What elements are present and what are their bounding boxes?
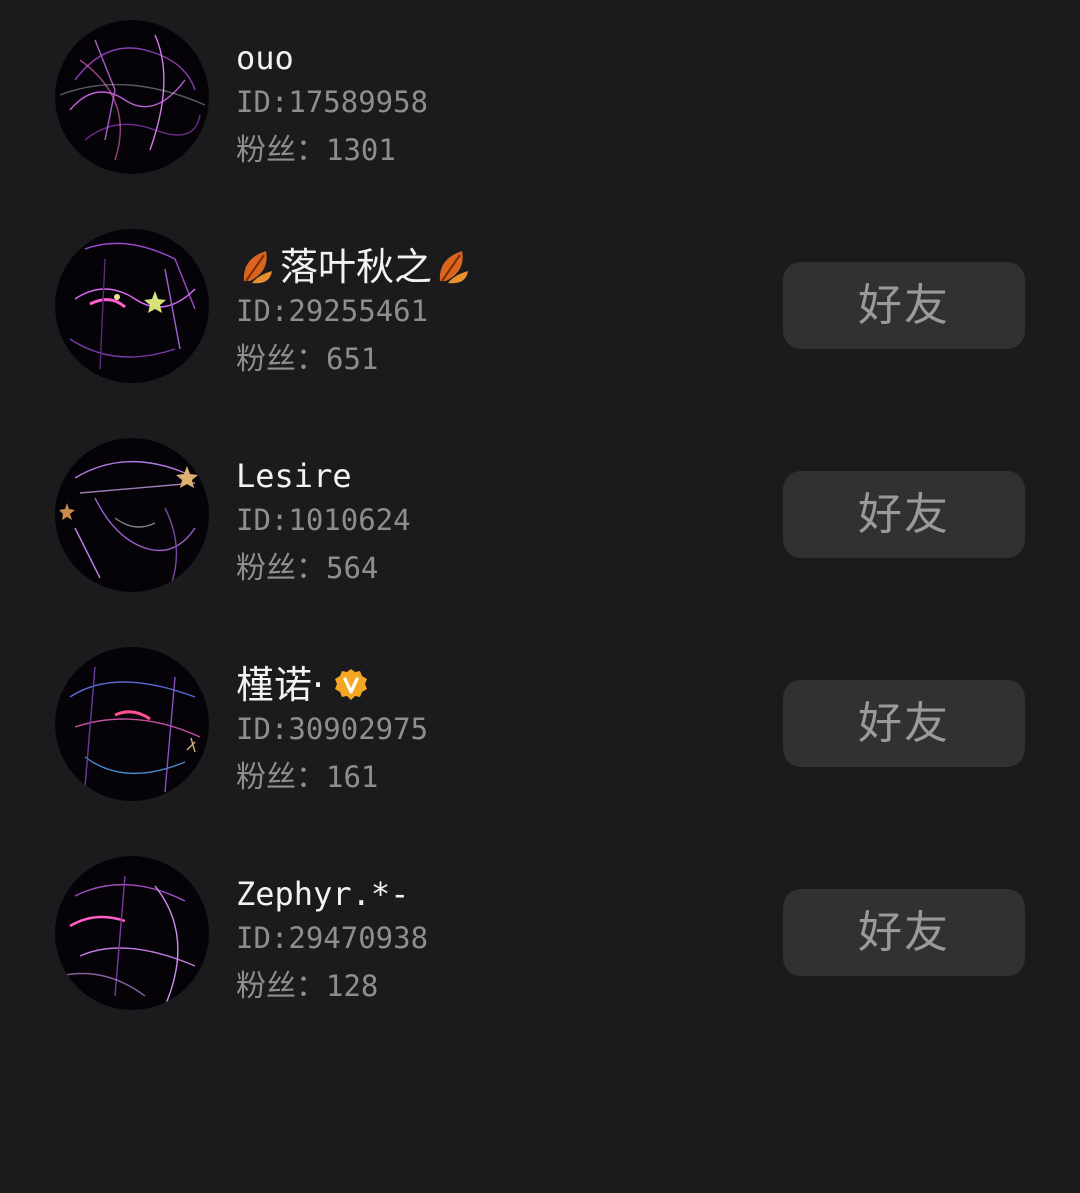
avatar[interactable] (55, 856, 209, 1010)
avatar[interactable] (55, 647, 209, 801)
user-list: ouo ID:17589958 粉丝：1301 落叶秋之 ID:29255461… (0, 0, 1080, 1193)
fans-count: 粉丝：128 (236, 964, 378, 1008)
username-line: 槿诺· (236, 661, 368, 709)
username: Lesire (236, 457, 352, 495)
username-line: 落叶秋之 (236, 243, 476, 291)
verified-v-badge-icon (334, 668, 368, 702)
avatar[interactable] (55, 20, 209, 174)
autumn-leaf-icon (432, 245, 476, 289)
username: Zephyr.*- (236, 875, 410, 913)
fans-value: 1301 (326, 133, 396, 167)
fans-count: 粉丝：1301 (236, 128, 396, 172)
friend-button[interactable]: 好友 (783, 680, 1025, 767)
username: 落叶秋之 (280, 245, 433, 289)
fans-label: 粉丝： (236, 969, 326, 1004)
friend-button[interactable]: 好友 (783, 889, 1025, 976)
fans-count: 粉丝：161 (236, 755, 378, 799)
username: 槿诺· (236, 663, 325, 707)
user-row[interactable]: 落叶秋之 ID:29255461 粉丝：651 好友 (0, 229, 1080, 429)
avatar[interactable] (55, 438, 209, 592)
fans-value: 651 (326, 342, 379, 376)
user-id: ID:1010624 (236, 503, 411, 537)
user-id: ID:30902975 (236, 712, 429, 746)
friend-button[interactable]: 好友 (783, 262, 1025, 349)
user-row[interactable]: Zephyr.*- ID:29470938 粉丝：128 好友 (0, 856, 1080, 1056)
user-id: ID:17589958 (236, 85, 429, 119)
fans-value: 161 (326, 760, 379, 794)
user-row[interactable]: Lesire ID:1010624 粉丝：564 好友 (0, 438, 1080, 638)
avatar[interactable] (55, 229, 209, 383)
username: ouo (236, 39, 294, 77)
fans-label: 粉丝： (236, 133, 326, 168)
fans-label: 粉丝： (236, 551, 326, 586)
fans-label: 粉丝： (236, 760, 326, 795)
fans-count: 粉丝：651 (236, 337, 378, 381)
friend-button[interactable]: 好友 (783, 471, 1025, 558)
fans-label: 粉丝： (236, 342, 326, 377)
user-row[interactable]: ouo ID:17589958 粉丝：1301 (0, 20, 1080, 220)
user-id: ID:29255461 (236, 294, 429, 328)
fans-count: 粉丝：564 (236, 546, 378, 590)
autumn-leaf-icon (236, 245, 280, 289)
user-row[interactable]: 槿诺· ID:30902975 粉丝：161 好友 (0, 647, 1080, 847)
user-id: ID:29470938 (236, 921, 429, 955)
fans-value: 128 (326, 969, 379, 1003)
fans-value: 564 (326, 551, 379, 585)
